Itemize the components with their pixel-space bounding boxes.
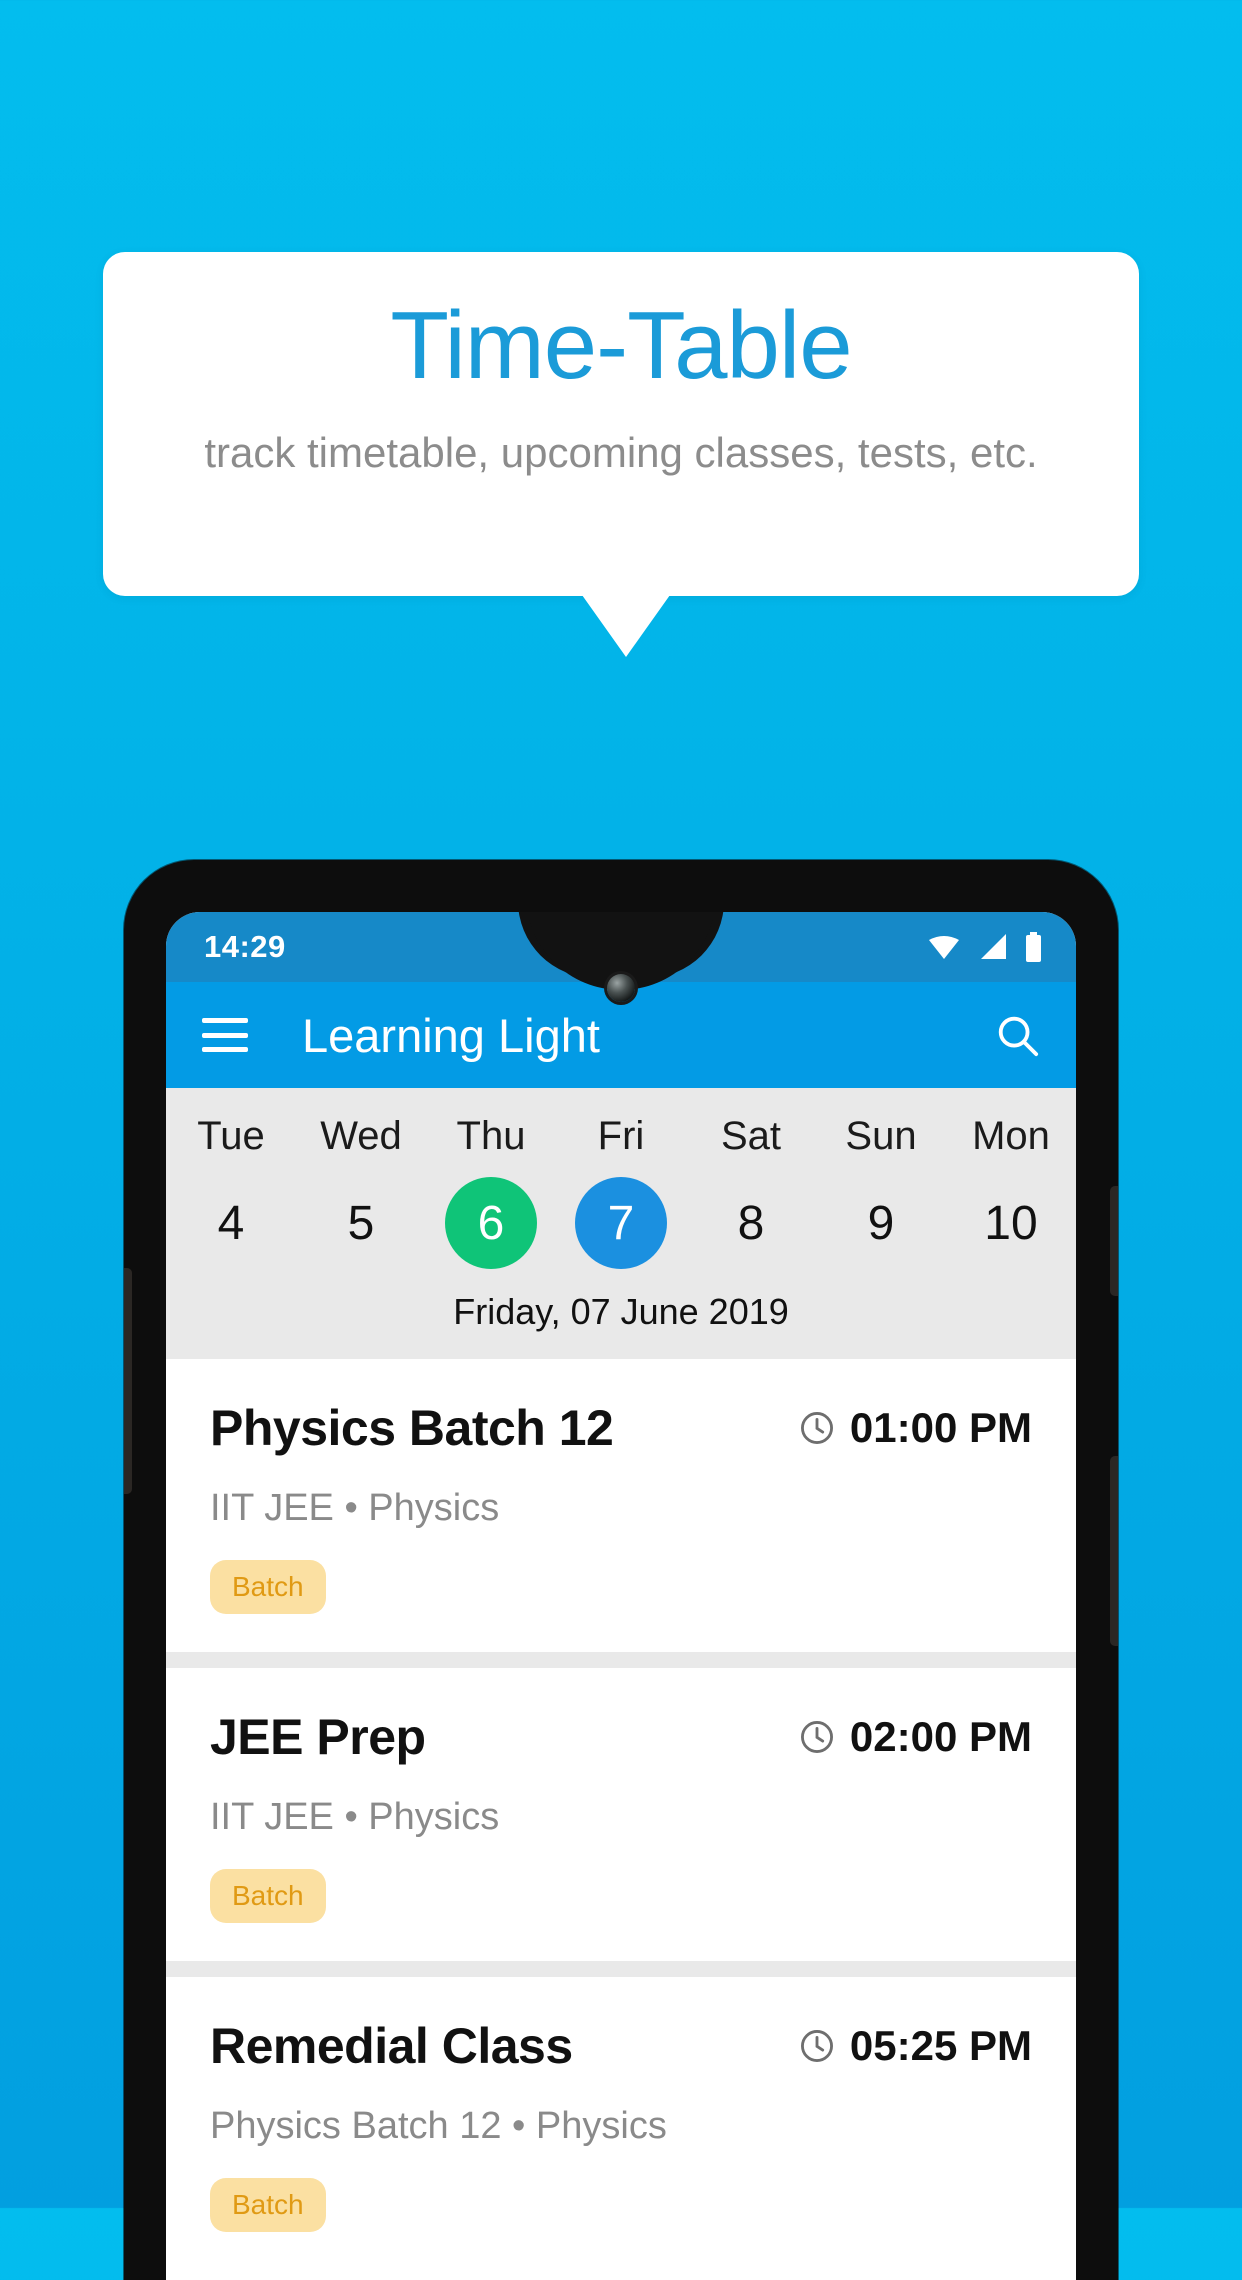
status-time: 14:29 [204, 929, 286, 964]
day-name-label: Wed [320, 1114, 402, 1158]
day-number[interactable]: 7 [575, 1177, 667, 1269]
day-selector-row[interactable]: Tue 4 Wed 5 Thu 6 Fri 7 Sat 8 Sun 9 Mon 10 [166, 1096, 1076, 1269]
class-time: 01:00 PM [849, 1404, 1032, 1451]
day-name-label: Mon [972, 1114, 1050, 1158]
class-title: Physics Batch 12 [210, 1400, 614, 1456]
selected-full-date: Friday, 07 June 2019 [453, 1291, 789, 1332]
class-card[interactable]: Physics Batch 12 01:00 PM IIT JEE • Physic… [166, 1359, 1076, 1652]
class-card-header: Remedial Class 05:25 PM [210, 2017, 1032, 2075]
page-title: Time-Table [390, 292, 852, 399]
class-time-group: 01:00 PM [798, 1404, 1032, 1452]
page-subtitle: track timetable, upcoming classes, tests… [204, 429, 1038, 476]
wifi-icon [929, 936, 959, 959]
signal-icon [981, 934, 1006, 959]
status-icons [927, 932, 1042, 962]
hamburger-menu-icon[interactable] [202, 1018, 248, 1052]
phone-mockup: 14:29 Learning Light Tue 4 Wed 5 Thu 6 F… [124, 860, 1118, 2280]
app-title: Learning Light [302, 1008, 600, 1062]
day-name-label: Tue [197, 1114, 265, 1158]
class-time-group: 05:25 PM [798, 2022, 1032, 2070]
callout-tail [582, 595, 670, 657]
clock-icon [800, 1412, 833, 1444]
day-number[interactable]: 4 [185, 1177, 277, 1269]
date-strip: Tue 4 Wed 5 Thu 6 Fri 7 Sat 8 Sun 9 Mon 10 Friday, 07… [166, 1088, 1076, 1359]
app-bar: Learning Light [166, 982, 1076, 1088]
class-time: 05:25 PM [849, 2022, 1032, 2069]
phone-screen: 14:29 Learning Light Tue 4 Wed 5 Thu 6 F… [166, 912, 1076, 2280]
class-time-group: 02:00 PM [798, 1713, 1032, 1761]
day-cell-sun[interactable]: Sun 9 [816, 1096, 946, 1269]
search-icon[interactable] [994, 1012, 1040, 1058]
day-number[interactable]: 8 [705, 1177, 797, 1269]
class-card-header: JEE Prep 02:00 PM [210, 1708, 1032, 1766]
class-type-badge: Batch [210, 2178, 326, 2232]
battery-icon [1026, 932, 1041, 962]
day-number[interactable]: 9 [835, 1177, 927, 1269]
day-cell-sat[interactable]: Sat 8 [686, 1096, 816, 1269]
day-cell-fri[interactable]: Fri 7 [556, 1096, 686, 1269]
day-number[interactable]: 10 [965, 1177, 1057, 1269]
phone-volume-button[interactable] [1110, 1186, 1118, 1296]
clock-icon [800, 1721, 833, 1753]
day-number[interactable]: 5 [315, 1177, 407, 1269]
day-name-label: Fri [597, 1114, 645, 1158]
class-type-badge: Batch [210, 1560, 326, 1614]
feature-callout-card: Time-Table track timetable, upcoming cla… [103, 252, 1139, 596]
class-meta: IIT JEE • Physics [210, 1796, 500, 1838]
class-card[interactable]: JEE Prep 02:00 PM IIT JEE • Physics Batch [166, 1668, 1076, 1961]
day-cell-tue[interactable]: Tue 4 [166, 1096, 296, 1269]
day-cell-thu[interactable]: Thu 6 [426, 1096, 556, 1269]
class-card[interactable]: Remedial Class 05:25 PM Physics Batch 12 •… [166, 1977, 1076, 2270]
class-meta: IIT JEE • Physics [210, 1487, 500, 1529]
day-number[interactable]: 6 [445, 1177, 537, 1269]
day-name-label: Thu [456, 1114, 526, 1158]
class-type-badge: Batch [210, 1869, 326, 1923]
class-card-header: Physics Batch 12 01:00 PM [210, 1399, 1032, 1457]
phone-left-button[interactable] [124, 1268, 132, 1494]
class-time: 02:00 PM [849, 1713, 1032, 1760]
day-cell-wed[interactable]: Wed 5 [296, 1096, 426, 1269]
day-cell-mon[interactable]: Mon 10 [946, 1096, 1076, 1269]
day-name-label: Sun [845, 1114, 917, 1158]
status-bar: 14:29 [166, 912, 1076, 982]
day-name-label: Sat [720, 1114, 782, 1158]
phone-power-button[interactable] [1110, 1456, 1118, 1646]
class-list: Physics Batch 12 01:00 PM IIT JEE • Physic… [166, 1359, 1076, 2270]
class-meta: Physics Batch 12 • Physics [210, 2105, 667, 2147]
clock-icon [800, 2030, 833, 2062]
class-title: Remedial Class [210, 2018, 573, 2074]
class-title: JEE Prep [210, 1709, 426, 1765]
